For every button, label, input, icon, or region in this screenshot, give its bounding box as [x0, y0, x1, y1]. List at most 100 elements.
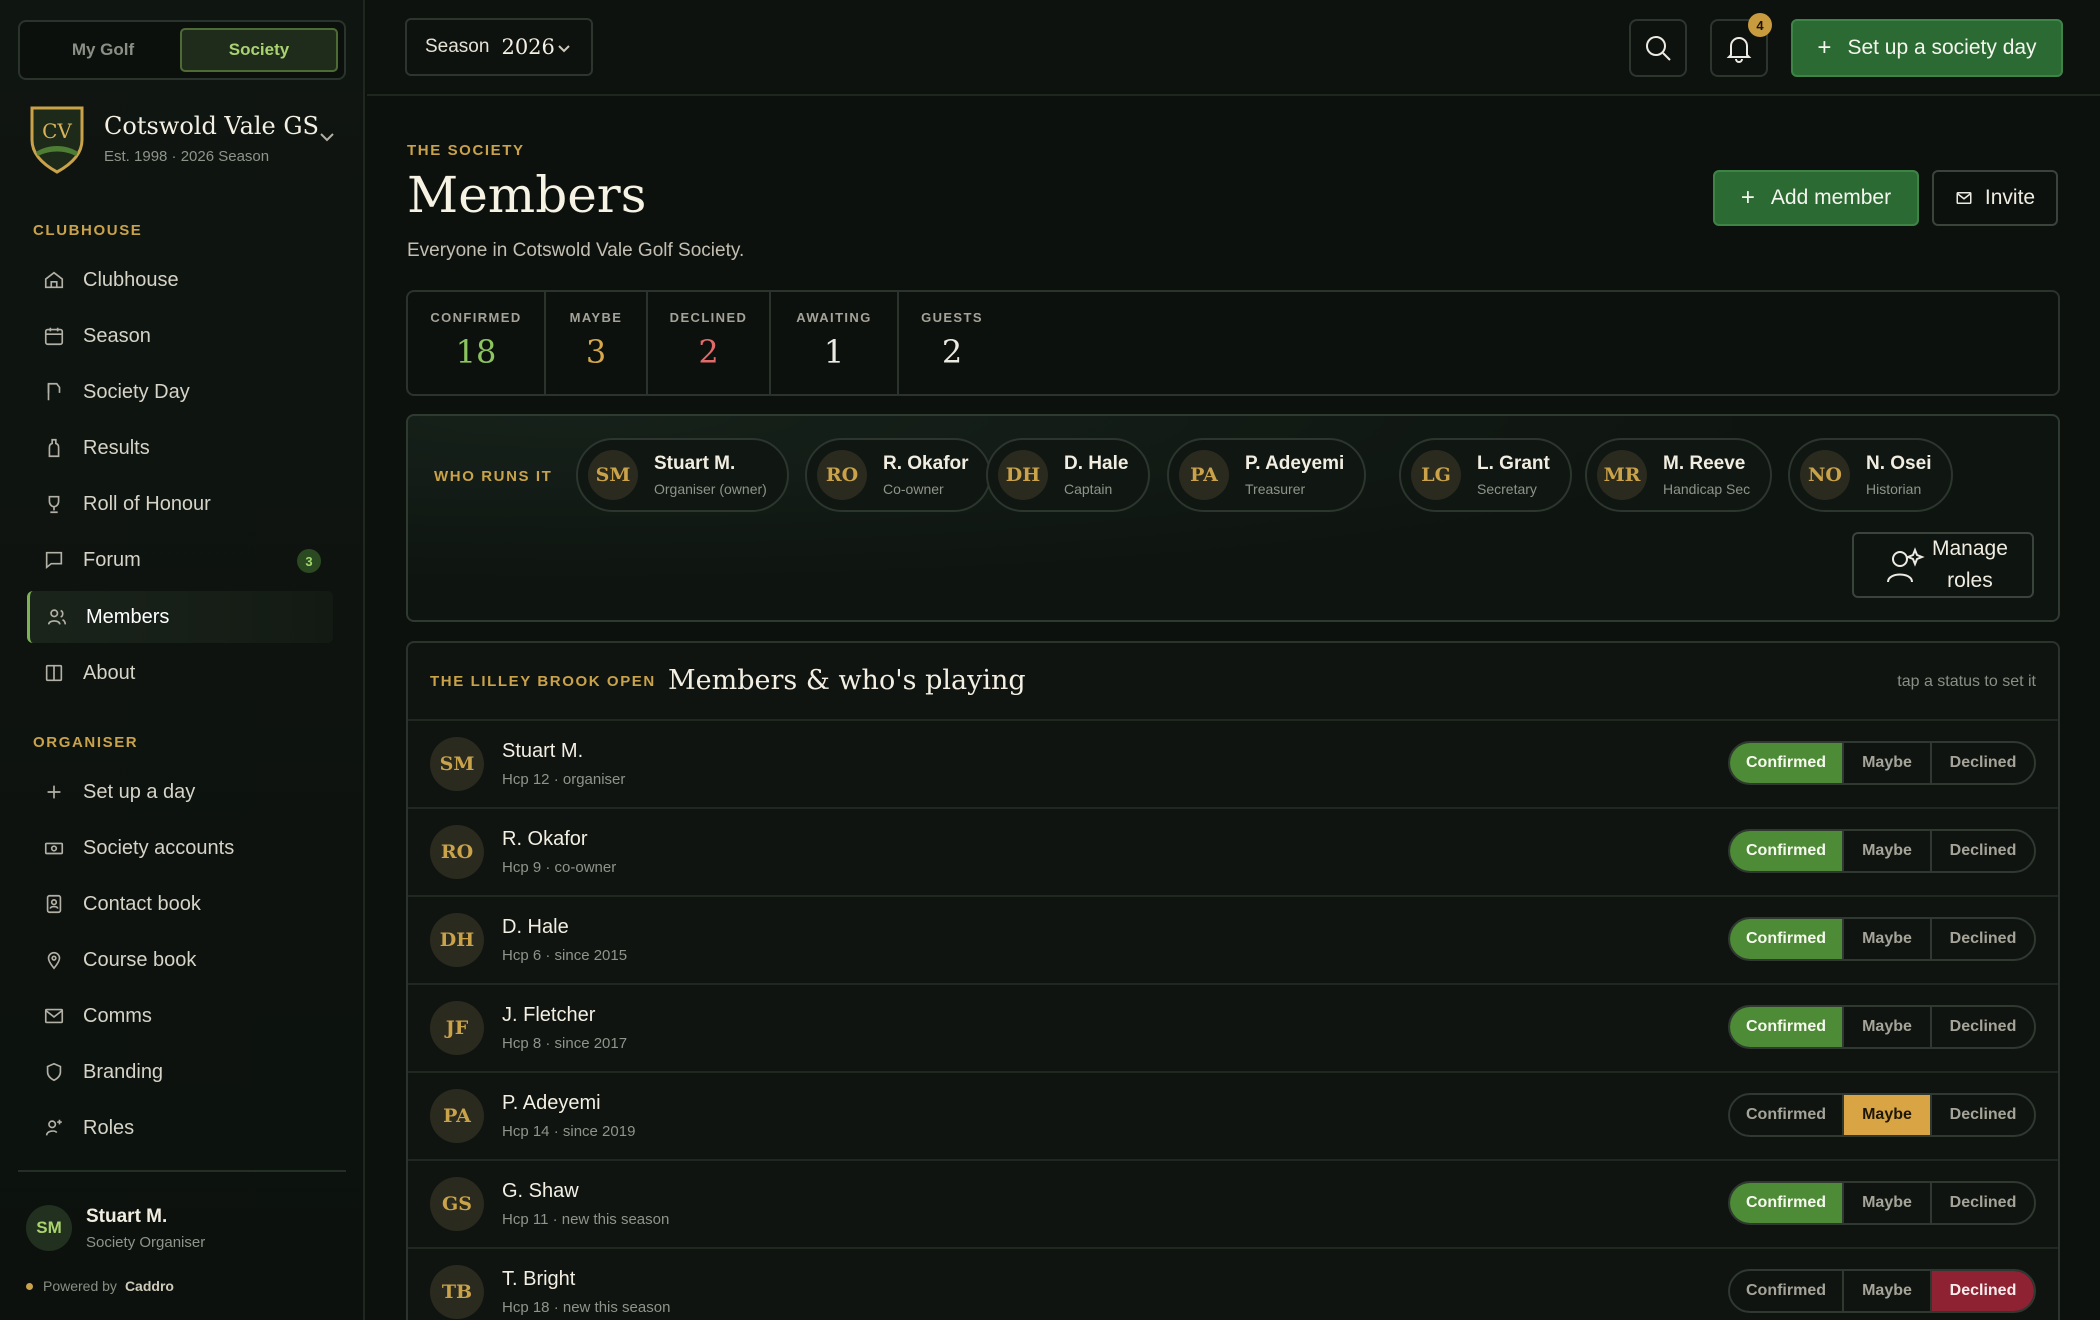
rsvp-status-toggle: Confirmed Maybe Declined: [1728, 917, 2036, 961]
committee-chip[interactable]: RO R. Okafor Co-owner: [805, 438, 991, 512]
sidebar-divider: [18, 1170, 346, 1172]
stat-label: AWAITING: [796, 310, 872, 325]
search-button[interactable]: [1629, 19, 1687, 77]
committee-role: Organiser (owner): [654, 481, 767, 497]
status-declined-button[interactable]: Declined: [1932, 1095, 2034, 1135]
sidebar-item-label: Set up a day: [83, 780, 196, 803]
forum-unread-badge: 3: [297, 549, 321, 573]
switch-society[interactable]: Society: [180, 28, 338, 72]
sidebar-item-contact-book[interactable]: Contact book: [27, 878, 333, 930]
bell-icon: [1726, 37, 1752, 63]
committee-chip[interactable]: SM Stuart M. Organiser (owner): [576, 438, 789, 512]
add-member-button[interactable]: + Add member: [1713, 170, 1919, 226]
status-confirmed-button[interactable]: Confirmed: [1730, 1095, 1844, 1135]
society-selector[interactable]: CV Cotswold Vale GS Est. 1998 · 2026 Sea…: [28, 100, 346, 176]
powered-prefix: Powered by: [43, 1278, 117, 1294]
status-confirmed-button[interactable]: Confirmed: [1730, 1007, 1844, 1047]
svg-text:CV: CV: [42, 119, 72, 143]
avatar: JF: [430, 1001, 484, 1055]
committee-chip[interactable]: NO N. Osei Historian: [1788, 438, 1954, 512]
sidebar-item-roles[interactable]: Roles: [27, 1102, 333, 1154]
status-maybe-button[interactable]: Maybe: [1844, 1271, 1932, 1311]
status-confirmed-button[interactable]: Confirmed: [1730, 831, 1844, 871]
manage-roles-button[interactable]: Manage roles: [1852, 532, 2034, 598]
committee-role: Treasurer: [1245, 481, 1306, 497]
sidebar-item-society-accounts[interactable]: Society accounts: [27, 822, 333, 874]
status-maybe-button[interactable]: Maybe: [1844, 743, 1932, 783]
status-maybe-button[interactable]: Maybe: [1844, 1095, 1932, 1135]
sidebar-item-results[interactable]: Results: [27, 422, 333, 474]
committee-role: Handicap Sec: [1663, 481, 1751, 497]
cta-label: Set up a society day: [1847, 36, 2037, 59]
stat-confirmed: CONFIRMED 18: [408, 292, 546, 394]
manage-roles-line2: roles: [1947, 569, 1993, 592]
sidebar-item-clubhouse[interactable]: Clubhouse: [27, 254, 333, 306]
member-info: R. Okafor Hcp 9 · co-owner: [502, 828, 616, 876]
stat-label: CONFIRMED: [430, 310, 522, 325]
sidebar-item-label: Season: [83, 324, 151, 347]
avatar: RO: [817, 450, 867, 500]
avatar: MR: [1597, 450, 1647, 500]
sidebar-item-comms[interactable]: Comms: [27, 990, 333, 1042]
avatar: LG: [1411, 450, 1461, 500]
sidebar-item-course-book[interactable]: Course book: [27, 934, 333, 986]
current-user[interactable]: SM Stuart M. Society Organiser: [26, 1205, 205, 1251]
table-row: GS G. Shaw Hcp 11 · new this season Confirm…: [408, 1159, 2058, 1247]
sidebar-item-set-up-a-day[interactable]: Set up a day: [27, 766, 333, 818]
avatar: SM: [588, 450, 638, 500]
stat-label: DECLINED: [669, 310, 748, 325]
status-confirmed-button[interactable]: Confirmed: [1730, 743, 1844, 783]
stat-value: 3: [585, 333, 607, 371]
avatar: GS: [430, 1177, 484, 1231]
sidebar-item-label: Society accounts: [83, 836, 235, 859]
committee-chip[interactable]: MR M. Reeve Handicap Sec: [1585, 438, 1773, 512]
switch-my-golf[interactable]: My Golf: [26, 28, 180, 72]
stat-declined: DECLINED 2: [648, 292, 771, 394]
committee-chip[interactable]: LG L. Grant Secretary: [1399, 438, 1572, 512]
sidebar-item-branding[interactable]: Branding: [27, 1046, 333, 1098]
status-declined-button[interactable]: Declined: [1932, 831, 2034, 871]
committee-chip[interactable]: PA P. Adeyemi Treasurer: [1167, 438, 1367, 512]
event-label: THE LILLEY BROOK OPEN: [430, 673, 656, 690]
member-details: Hcp 6 · since 2015: [502, 947, 628, 964]
sidebar-item-members[interactable]: Members: [27, 591, 333, 643]
money-icon: [44, 842, 64, 855]
status-confirmed-button[interactable]: Confirmed: [1730, 1271, 1844, 1311]
set-up-society-day-button[interactable]: + Set up a society day: [1791, 19, 2063, 77]
sidebar-item-roll-of-honour[interactable]: Roll of Honour: [27, 478, 333, 530]
shield-icon: [46, 1062, 62, 1082]
sidebar-item-about[interactable]: About: [27, 647, 333, 699]
status-declined-button[interactable]: Declined: [1932, 1271, 2034, 1311]
status-declined-button[interactable]: Declined: [1932, 1183, 2034, 1223]
status-maybe-button[interactable]: Maybe: [1844, 1183, 1932, 1223]
society-subtitle: Est. 1998 · 2026 Season: [104, 147, 270, 165]
rsvp-status-toggle: Confirmed Maybe Declined: [1728, 1005, 2036, 1049]
stat-value: 1: [823, 333, 845, 371]
status-maybe-button[interactable]: Maybe: [1844, 919, 1932, 959]
status-confirmed-button[interactable]: Confirmed: [1730, 1183, 1844, 1223]
status-declined-button[interactable]: Declined: [1932, 743, 2034, 783]
sidebar-item-forum[interactable]: Forum 3: [27, 534, 333, 586]
status-confirmed-button[interactable]: Confirmed: [1730, 919, 1844, 959]
sidebar-item-society-day[interactable]: Society Day: [27, 366, 333, 418]
committee-chip[interactable]: DH D. Hale Captain: [986, 438, 1151, 512]
notifications-button[interactable]: 4: [1710, 13, 1772, 77]
invite-button[interactable]: Invite: [1932, 170, 2058, 226]
contact-icon: [46, 894, 62, 914]
page-title: Members: [407, 166, 647, 224]
stat-value: 2: [941, 333, 963, 371]
avatar: TB: [430, 1265, 484, 1319]
sidebar-item-label: Results: [83, 436, 150, 459]
season-select[interactable]: Season 2026: [405, 18, 593, 76]
status-declined-button[interactable]: Declined: [1932, 1007, 2034, 1047]
status-declined-button[interactable]: Declined: [1932, 919, 2034, 959]
mail-icon: [1956, 192, 1972, 204]
sidebar-item-label: Comms: [83, 1004, 152, 1027]
table-row: JF J. Fletcher Hcp 8 · since 2017 Confirmed…: [408, 983, 2058, 1071]
plus-icon: +: [1740, 184, 1755, 211]
sidebar-item-season[interactable]: Season: [27, 310, 333, 362]
status-maybe-button[interactable]: Maybe: [1844, 831, 1932, 871]
status-maybe-button[interactable]: Maybe: [1844, 1007, 1932, 1047]
committee-name: Stuart M.: [654, 453, 736, 474]
member-details: Hcp 14 · since 2019: [502, 1123, 636, 1140]
